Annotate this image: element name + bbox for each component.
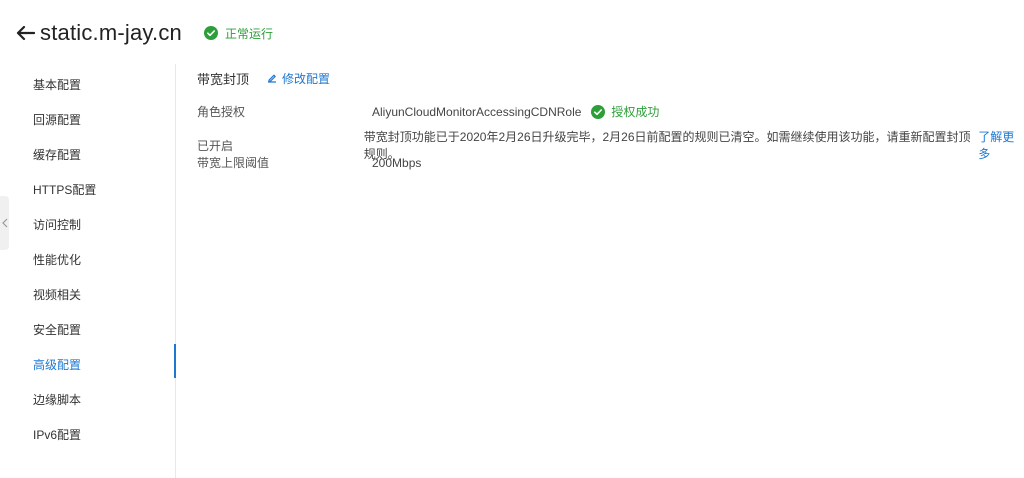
sidebar-item-https[interactable]: HTTPS配置 [33,181,96,198]
page-title: static.m-jay.cn [40,20,182,45]
back-arrow-icon[interactable] [14,22,36,44]
bandwidth-limit-value: 200Mbps [372,155,422,170]
sidebar-item-security[interactable]: 安全配置 [33,321,81,338]
sidebar-item-access-control[interactable]: 访问控制 [33,216,81,233]
page-header: static.m-jay.cn 正常运行 [14,16,273,50]
status-badge: 正常运行 [203,25,273,42]
row-label: 角色授权 [197,105,246,119]
row-value: 带宽封顶功能已于2020年2月26日升级完毕，2月26日前配置的规则已清空。如需… [364,128,1024,162]
auth-success-text: 授权成功 [611,105,660,119]
learn-more-link[interactable]: 了解更多 [978,128,1024,162]
main-content: 带宽封顶 修改配置 角色授权 AliyunCloudMonitorAccessi… [197,64,1024,171]
sidebar-item-ipv6[interactable]: IPv6配置 [33,426,81,443]
row-label: 带宽上限阈值 [197,156,270,170]
sidebar-item-cache[interactable]: 缓存配置 [33,146,81,163]
sidebar-item-origin[interactable]: 回源配置 [33,111,81,128]
upgrade-notice: 带宽封顶功能已于2020年2月26日升级完毕，2月26日前配置的规则已清空。如需… [363,130,971,161]
sidebar-item-performance[interactable]: 性能优化 [33,251,81,268]
config-row-role-auth: 角色授权 AliyunCloudMonitorAccessingCDNRole … [197,103,659,120]
check-circle-icon [203,26,218,40]
section-header: 带宽封顶 修改配置 [197,64,1024,92]
row-value: AliyunCloudMonitorAccessingCDNRole 授权成功 [372,103,659,120]
check-circle-icon [591,104,606,119]
edit-config-link[interactable]: 修改配置 [267,70,330,87]
edit-config-label: 修改配置 [282,71,331,86]
role-name: AliyunCloudMonitorAccessingCDNRole [372,104,582,119]
status-text: 正常运行 [224,26,273,41]
sidebar-item-edge-script[interactable]: 边缘脚本 [33,391,81,408]
sidebar-nav: 基本配置 回源配置 缓存配置 HTTPS配置 访问控制 性能优化 视频相关 安全… [0,64,176,478]
sidebar-item-basic[interactable]: 基本配置 [33,76,81,93]
active-nav-indicator [174,344,176,378]
section-title: 带宽封顶 [197,71,250,87]
sidebar-item-video[interactable]: 视频相关 [33,286,81,303]
edit-icon [268,74,277,83]
row-label: 已开启 [197,138,234,153]
sidebar-item-advanced[interactable]: 高级配置 [33,356,81,373]
config-row-bandwidth-limit: 带宽上限阈值 200Mbps [197,154,421,171]
auth-success-badge: 授权成功 [591,103,659,120]
